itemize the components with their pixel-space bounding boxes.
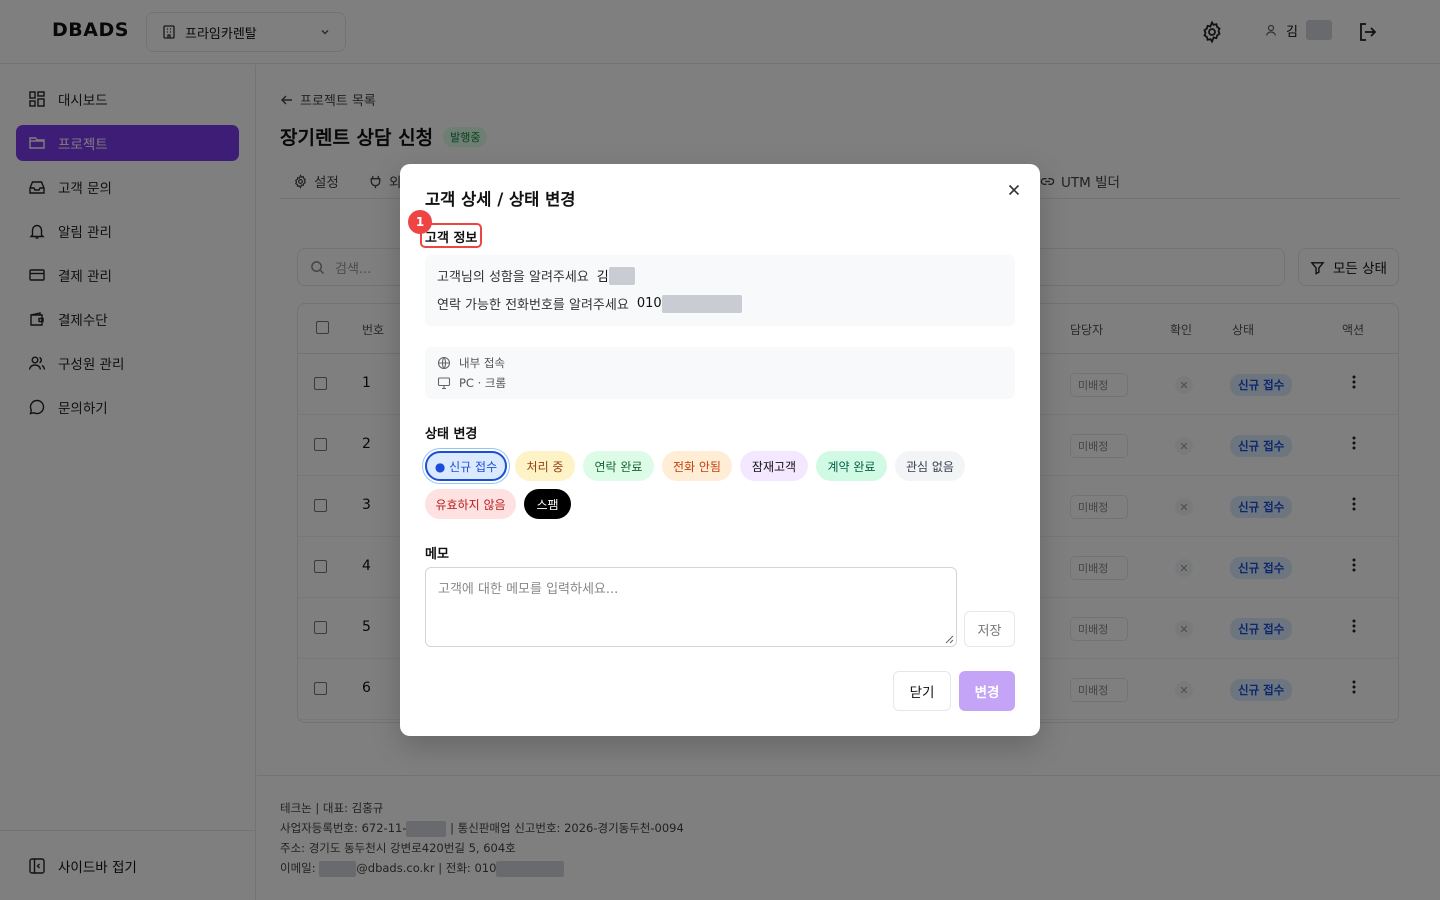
visit-meta-box: 내부 접속 PC · 크롬 — [425, 347, 1015, 399]
field-name: 고객님의 성함을 알려주세요 김 — [437, 266, 635, 285]
globe-icon — [437, 356, 451, 370]
field-label: 고객님의 성함을 알려주세요 — [437, 270, 589, 285]
resize-handle-icon[interactable] — [945, 635, 954, 644]
memo-save-button[interactable]: 저장 — [964, 611, 1015, 647]
status-option-chip[interactable]: 잠재고객 — [740, 451, 808, 481]
field-value: 010 — [637, 294, 742, 313]
field-label: 연락 가능한 전화번호를 알려주세요 — [437, 298, 629, 313]
status-option-chip[interactable]: 유효하지 않음 — [425, 489, 516, 519]
status-option-chip[interactable]: 계약 완료 — [816, 451, 887, 481]
status-option-chip[interactable]: 전화 안됨 — [662, 451, 732, 481]
customer-info-label: 고객 정보 — [425, 231, 478, 246]
memo-textarea[interactable]: 고객에 대한 메모를 입력하세요... — [425, 567, 957, 647]
meta-device: PC · 크롬 — [437, 375, 506, 391]
step-marker: 1 — [408, 210, 432, 234]
monitor-icon — [437, 376, 451, 390]
close-icon[interactable] — [1006, 182, 1022, 198]
status-option-chip[interactable]: 연락 완료 — [583, 451, 654, 481]
customer-detail-modal: 고객 상세 / 상태 변경 고객 정보 1 고객님의 성함을 알려주세요 김 연… — [400, 164, 1040, 736]
customer-info-box: 고객님의 성함을 알려주세요 김 연락 가능한 전화번호를 알려주세요 010 — [425, 255, 1015, 326]
status-change-label: 상태 변경 — [425, 427, 478, 442]
meta-source: 내부 접속 — [437, 355, 505, 371]
status-change-button[interactable]: 변경 — [959, 671, 1015, 711]
modal-title: 고객 상세 / 상태 변경 — [425, 190, 576, 209]
status-option-chip[interactable]: ● 신규 접수 — [425, 451, 507, 481]
status-option-chip[interactable]: 스팸 — [524, 489, 571, 519]
status-option-chip[interactable]: 처리 중 — [515, 451, 575, 481]
field-phone: 연락 가능한 전화번호를 알려주세요 010 — [437, 294, 742, 313]
modal-close-button[interactable]: 닫기 — [893, 671, 951, 711]
memo-placeholder: 고객에 대한 메모를 입력하세요... — [438, 582, 619, 597]
status-option-chip[interactable]: 관심 없음 — [895, 451, 965, 481]
memo-label: 메모 — [425, 547, 449, 562]
field-value: 김 — [597, 266, 635, 285]
